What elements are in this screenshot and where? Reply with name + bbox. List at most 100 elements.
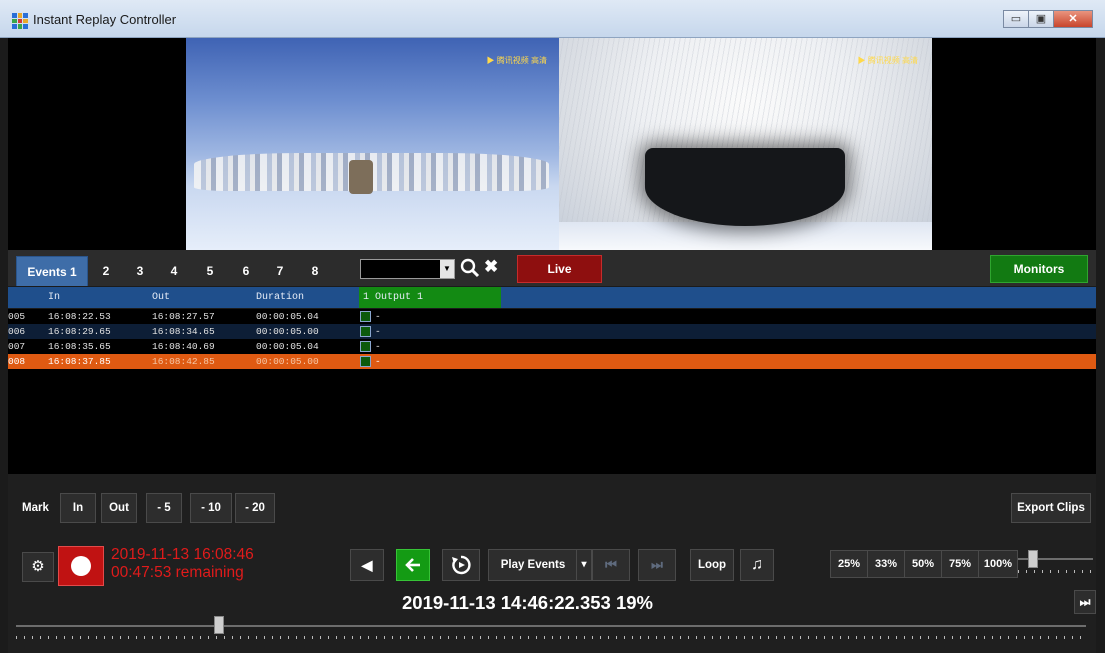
tab-2[interactable]: 2 <box>92 256 120 286</box>
audio-button[interactable]: ♫ <box>740 549 774 581</box>
video-watermark: ▶ 腾讯视频 高清 <box>857 56 918 65</box>
event-id: 005 <box>8 311 26 322</box>
events-tab-bar: Events 1 2 3 4 5 6 7 8 ▼ ✖ Live Monitors <box>8 250 1096 286</box>
loop-button[interactable]: Loop <box>690 549 734 581</box>
skip-forward-icon: ⏭ <box>651 557 663 572</box>
speed-50-button[interactable]: 50% <box>904 550 942 578</box>
record-button[interactable] <box>58 546 104 586</box>
minimize-button[interactable]: ▭ <box>1003 10 1029 28</box>
window-controls: ▭ ▣ ✕ <box>1003 10 1093 28</box>
record-icon <box>71 556 91 576</box>
event-id: 008 <box>8 356 26 367</box>
event-in: 16:08:29.65 <box>48 326 111 337</box>
tab-7[interactable]: 7 <box>266 256 294 286</box>
live-button[interactable]: Live <box>517 255 602 283</box>
column-out[interactable]: Out <box>152 292 170 303</box>
clear-icon[interactable]: ✖ <box>484 257 498 277</box>
event-in: 16:08:37.85 <box>48 356 111 367</box>
speed-25-button[interactable]: 25% <box>830 550 868 578</box>
column-output-1[interactable]: 1 Output 1 <box>359 287 501 308</box>
table-row-selected[interactable]: 008 16:08:37.85 16:08:42.85 00:00:05.00 … <box>8 354 1096 369</box>
table-row[interactable]: 007 16:08:35.65 16:08:40.69 00:00:05.04 … <box>8 339 1096 354</box>
table-row[interactable]: 005 16:08:22.53 16:08:27.57 00:00:05.04 … <box>8 309 1096 324</box>
event-duration: 00:00:05.04 <box>256 311 319 322</box>
output-checkbox[interactable] <box>360 326 371 337</box>
tab-3[interactable]: 3 <box>126 256 154 286</box>
mark-in-button[interactable]: In <box>60 493 96 523</box>
tab-events-1[interactable]: Events 1 <box>16 256 88 286</box>
event-duration: 00:00:05.00 <box>256 326 319 337</box>
minus-5-button[interactable]: - 5 <box>146 493 182 523</box>
output-checkbox[interactable] <box>360 356 371 367</box>
chevron-down-icon: ▾ <box>581 559 587 570</box>
animal-mouth-image <box>645 148 845 226</box>
arrow-left-icon <box>405 558 420 572</box>
restore-button[interactable]: ▣ <box>1028 10 1054 28</box>
event-in: 16:08:22.53 <box>48 311 111 322</box>
speed-slider-thumb[interactable] <box>1028 550 1038 568</box>
skip-back-button[interactable]: ⏮ <box>592 549 630 581</box>
chevron-down-icon[interactable]: ▼ <box>440 260 454 278</box>
event-id: 007 <box>8 341 26 352</box>
recording-time: 2019-11-13 16:08:46 <box>111 546 254 563</box>
tab-5[interactable]: 5 <box>196 256 224 286</box>
video-monitor-2[interactable]: ▶ 腾讯视频 高清 <box>559 38 932 250</box>
skip-to-end-icon: ⏭ <box>1079 595 1091 609</box>
previous-button[interactable]: ◀ <box>350 549 384 581</box>
play-events-button[interactable]: Play Events <box>488 549 578 581</box>
column-in[interactable]: In <box>48 292 60 303</box>
skip-forward-button[interactable]: ⏭ <box>638 549 676 581</box>
timeline-ticks <box>16 636 1086 639</box>
minus-20-button[interactable]: - 20 <box>235 493 275 523</box>
search-icon[interactable] <box>459 256 481 280</box>
control-panel: Mark In Out - 5 - 10 - 20 Export Clips ⚙… <box>8 474 1096 653</box>
settings-button[interactable]: ⚙ <box>22 552 54 582</box>
tab-6[interactable]: 6 <box>232 256 260 286</box>
current-timestamp: 2019-11-13 14:46:22.353 19% <box>402 592 653 613</box>
speed-75-button[interactable]: 75% <box>941 550 979 578</box>
tab-4[interactable]: 4 <box>160 256 188 286</box>
column-duration[interactable]: Duration <box>256 292 304 303</box>
triangle-left-icon: ◀ <box>361 557 373 573</box>
event-id: 006 <box>8 326 26 337</box>
minus-10-button[interactable]: - 10 <box>190 493 232 523</box>
event-out: 16:08:40.69 <box>152 341 215 352</box>
title-bar: Instant Replay Controller ▭ ▣ ✕ <box>0 0 1105 38</box>
video-monitors: ▶ 腾讯视频 高清 ▶ 腾讯视频 高清 <box>8 38 1096 250</box>
mark-out-button[interactable]: Out <box>101 493 137 523</box>
music-note-icon: ♫ <box>751 556 763 573</box>
play-events-dropdown[interactable]: ▾ <box>576 549 592 581</box>
event-duration: 00:00:05.04 <box>256 341 319 352</box>
timeline-track <box>16 625 1086 627</box>
event-out: 16:08:42.85 <box>152 356 215 367</box>
reindeer-image <box>349 160 373 194</box>
speed-33-button[interactable]: 33% <box>867 550 905 578</box>
back-button[interactable] <box>396 549 430 581</box>
jump-to-end-button[interactable]: ⏭ <box>1074 590 1096 614</box>
timeline-thumb[interactable] <box>214 616 225 634</box>
event-output: - <box>375 356 381 367</box>
monitors-button[interactable]: Monitors <box>990 255 1088 283</box>
mark-label: Mark <box>22 502 49 514</box>
event-output: - <box>375 341 381 352</box>
event-duration: 00:00:05.00 <box>256 356 319 367</box>
close-button[interactable]: ✕ <box>1053 10 1093 28</box>
events-table-header: In Out Duration 1 Output 1 <box>8 287 1096 308</box>
speed-100-button[interactable]: 100% <box>978 550 1018 578</box>
replay-button[interactable] <box>442 549 480 581</box>
export-clips-button[interactable]: Export Clips <box>1011 493 1091 523</box>
window-title: Instant Replay Controller <box>33 12 177 27</box>
event-filter-combo[interactable]: ▼ <box>360 259 455 279</box>
table-row[interactable]: 006 16:08:29.65 16:08:34.65 00:00:05.00 … <box>8 324 1096 339</box>
app-grid-icon <box>12 13 28 29</box>
recording-status: 2019-11-13 16:08:46 00:47:53 remaining <box>111 546 254 582</box>
recording-remaining: 00:47:53 remaining <box>111 564 244 581</box>
event-output: - <box>375 311 381 322</box>
tab-8[interactable]: 8 <box>301 256 329 286</box>
replay-icon <box>452 555 471 575</box>
event-out: 16:08:27.57 <box>152 311 215 322</box>
output-checkbox[interactable] <box>360 311 371 322</box>
snow-image <box>559 222 932 250</box>
output-checkbox[interactable] <box>360 341 371 352</box>
video-monitor-1[interactable]: ▶ 腾讯视频 高清 <box>186 38 559 250</box>
